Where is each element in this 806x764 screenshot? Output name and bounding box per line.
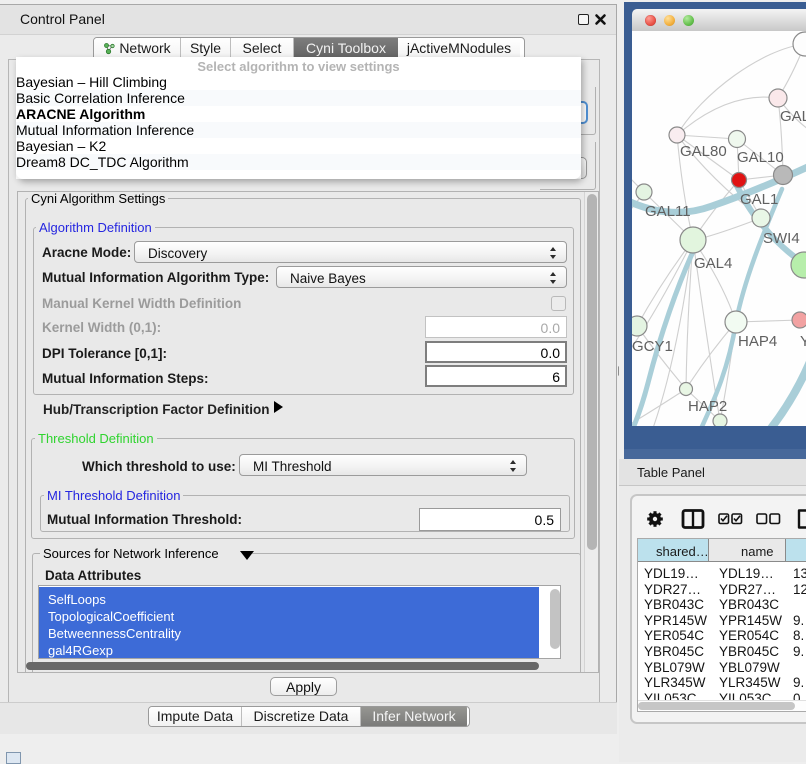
svg-text:HAP2: HAP2 bbox=[688, 398, 727, 415]
svg-text:GAL10: GAL10 bbox=[737, 149, 784, 166]
svg-text:GAL7: GAL7 bbox=[780, 108, 806, 125]
svg-text:SWI4: SWI4 bbox=[763, 230, 800, 247]
svg-text:GCY1: GCY1 bbox=[632, 338, 673, 355]
svg-text:GAL4: GAL4 bbox=[694, 255, 732, 272]
svg-text:GAL11: GAL11 bbox=[645, 203, 691, 220]
svg-text:HAP4: HAP4 bbox=[738, 333, 777, 350]
svg-text:GAL80: GAL80 bbox=[680, 143, 727, 160]
svg-text:Y: Y bbox=[800, 333, 806, 350]
svg-text:GAL1: GAL1 bbox=[740, 191, 778, 208]
